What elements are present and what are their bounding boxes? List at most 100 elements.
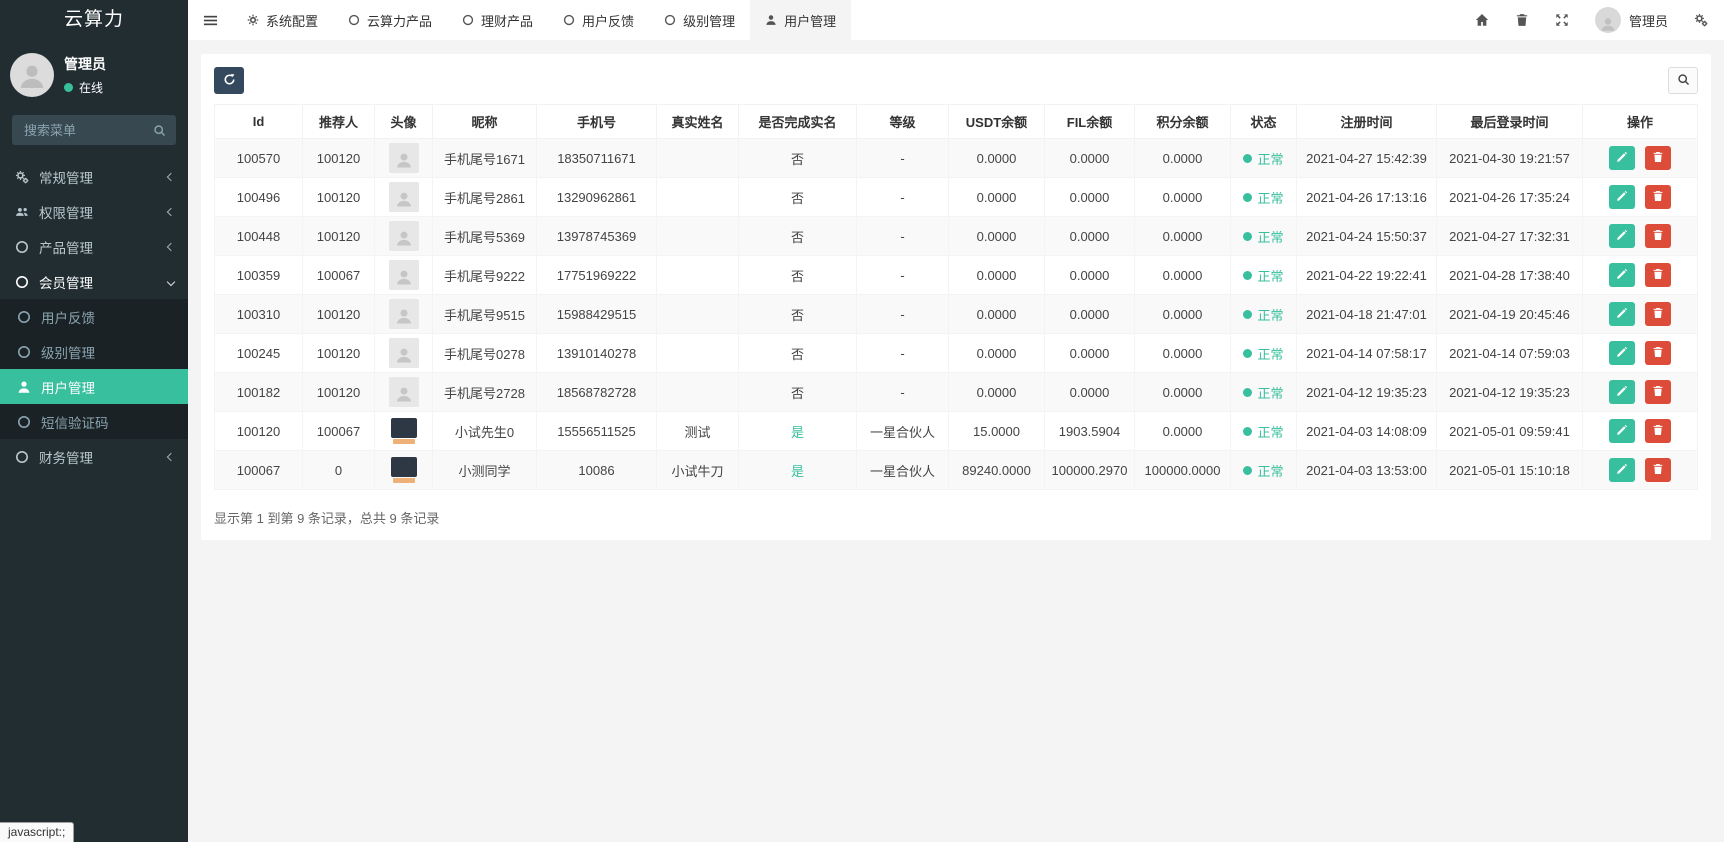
cell-real-name <box>656 138 739 178</box>
avatar-placeholder <box>388 143 419 173</box>
avatar-photo[interactable] <box>390 418 417 444</box>
tab-user-feedback[interactable]: 用户反馈 <box>548 0 649 40</box>
cell-register-time: 2021-04-27 15:42:39 <box>1296 138 1437 178</box>
edit-button[interactable] <box>1609 341 1636 365</box>
delete-button[interactable] <box>1644 380 1671 404</box>
cell-points-balance: 0.0000 <box>1134 294 1231 334</box>
tab-label: 用户管理 <box>784 13 837 29</box>
circle-icon <box>348 14 360 26</box>
status-badge: 正常 <box>1243 188 1284 207</box>
topbar-avatar <box>1594 7 1621 33</box>
pencil-icon <box>1616 307 1628 322</box>
table-row: 100570 100120 手机尾号1671 18350711671 否 - 0… <box>214 138 1698 178</box>
sidebar-item-user-management[interactable]: 用户管理 <box>0 369 188 404</box>
cell-referrer: 100067 <box>302 255 375 295</box>
delete-button[interactable] <box>1644 341 1671 365</box>
delete-button[interactable] <box>1644 185 1671 209</box>
sidebar-item-finance-management[interactable]: 财务管理 <box>0 439 188 474</box>
status-badge: 正常 <box>1243 461 1284 480</box>
expand-icon[interactable] <box>1555 13 1569 27</box>
sidebar-item-sms-code[interactable]: 短信验证码 <box>0 404 188 439</box>
edit-button[interactable] <box>1609 458 1636 482</box>
cell-actions <box>1582 255 1698 295</box>
main-area: 系统配置云算力产品理财产品用户反馈级别管理用户管理 管理员 Id推荐 <box>188 0 1724 842</box>
tab-cloud-power-products[interactable]: 云算力产品 <box>333 0 447 40</box>
tab-system-config[interactable]: 系统配置 <box>232 0 333 40</box>
cell-points-balance: 0.0000 <box>1134 333 1231 373</box>
edit-button[interactable] <box>1609 146 1636 170</box>
edit-button[interactable] <box>1609 224 1636 248</box>
person-icon <box>394 150 414 173</box>
status-badge: 正常 <box>1243 149 1284 168</box>
tab-label: 云算力产品 <box>367 13 433 29</box>
pencil-icon <box>1616 151 1628 166</box>
column-header: 操作 <box>1582 104 1698 139</box>
status-dot-icon <box>1243 231 1253 241</box>
cell-status: 正常 <box>1230 372 1297 412</box>
cell-real-name <box>656 333 739 373</box>
cell-nickname: 小测同学 <box>432 450 537 490</box>
tab-label: 理财产品 <box>481 13 534 29</box>
circle-icon <box>16 310 32 324</box>
cell-register-time: 2021-04-24 15:50:37 <box>1296 216 1437 256</box>
sidebar-item-label: 财务管理 <box>39 450 93 466</box>
cell-level: - <box>856 138 949 178</box>
circle-icon <box>14 240 30 254</box>
gear-icon <box>247 14 259 26</box>
cell-points-balance: 0.0000 <box>1134 216 1231 256</box>
trash-icon[interactable] <box>1515 13 1529 27</box>
sidebar-item-member-management[interactable]: 会员管理 <box>0 264 188 299</box>
column-header: 等级 <box>856 104 949 139</box>
cell-level: - <box>856 294 949 334</box>
sidebar-item-level-management[interactable]: 级别管理 <box>0 334 188 369</box>
user-icon <box>16 380 32 394</box>
tab-level-management[interactable]: 级别管理 <box>649 0 750 40</box>
cell-phone: 13910140278 <box>536 333 657 373</box>
cell-last-login-time: 2021-04-30 19:21:57 <box>1436 138 1583 178</box>
delete-button[interactable] <box>1644 224 1671 248</box>
tab-user-management[interactable]: 用户管理 <box>750 0 852 40</box>
sidebar-item-user-feedback[interactable]: 用户反馈 <box>0 299 188 334</box>
home-icon[interactable] <box>1475 13 1489 27</box>
pencil-icon <box>1616 190 1628 205</box>
cell-avatar <box>374 372 433 412</box>
delete-button[interactable] <box>1644 263 1671 287</box>
delete-button[interactable] <box>1644 419 1671 443</box>
tab-wealth-products[interactable]: 理财产品 <box>447 0 548 40</box>
cell-usdt-balance: 0.0000 <box>948 138 1045 178</box>
status-dot-icon <box>1243 153 1253 163</box>
hamburger-icon[interactable] <box>188 0 232 40</box>
gears-icon[interactable] <box>1694 13 1708 27</box>
cell-verified: 否 <box>738 177 857 217</box>
users-icon <box>14 205 30 219</box>
edit-button[interactable] <box>1609 302 1636 326</box>
edit-button[interactable] <box>1609 185 1636 209</box>
chevron-left-icon <box>166 452 176 461</box>
delete-button[interactable] <box>1644 302 1671 326</box>
cell-actions <box>1582 138 1698 178</box>
delete-button[interactable] <box>1644 146 1671 170</box>
cell-register-time: 2021-04-03 13:53:00 <box>1296 450 1437 490</box>
sidebar-item-general-management[interactable]: 常规管理 <box>0 159 188 194</box>
circle-icon <box>664 14 676 26</box>
avatar-photo[interactable] <box>390 457 417 483</box>
search-icon[interactable] <box>153 124 166 137</box>
edit-button[interactable] <box>1609 263 1636 287</box>
topbar-user-label: 管理员 <box>1628 13 1668 29</box>
delete-button[interactable] <box>1644 458 1671 482</box>
cell-level: - <box>856 333 949 373</box>
refresh-button[interactable] <box>214 67 244 94</box>
topbar-user[interactable]: 管理员 <box>1594 7 1668 33</box>
avatar-placeholder <box>388 260 419 290</box>
search-toggle-button[interactable] <box>1668 67 1698 94</box>
chevron-left-icon <box>166 242 176 251</box>
edit-button[interactable] <box>1609 419 1636 443</box>
sidebar-item-product-management[interactable]: 产品管理 <box>0 229 188 264</box>
cell-id: 100245 <box>214 333 303 373</box>
cell-avatar <box>374 411 433 451</box>
sidebar-item-permission-management[interactable]: 权限管理 <box>0 194 188 229</box>
edit-button[interactable] <box>1609 380 1636 404</box>
status-dot-icon <box>1243 270 1253 280</box>
menu-search-input[interactable] <box>22 121 153 139</box>
cell-referrer: 100120 <box>302 333 375 373</box>
